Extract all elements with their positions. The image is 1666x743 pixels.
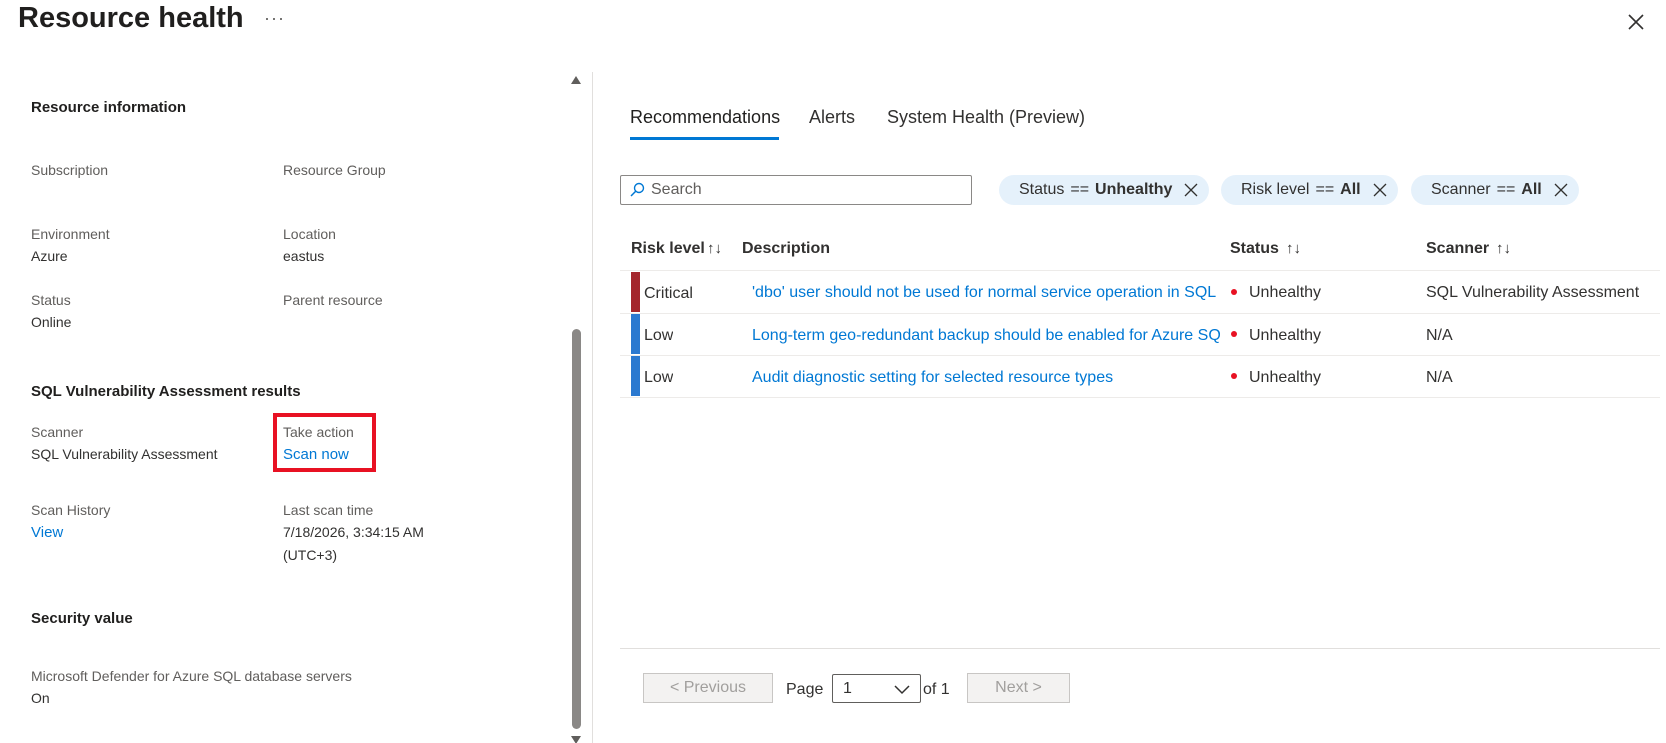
resource-info-heading: Resource information bbox=[31, 99, 187, 116]
subscription-label: Subscription bbox=[31, 162, 109, 178]
tab-alerts[interactable]: Alerts bbox=[809, 107, 855, 128]
status-cell: Unhealthy bbox=[1249, 284, 1322, 301]
va-results-heading: SQL Vulnerability Assessment results bbox=[31, 383, 301, 400]
filter-status-value: Unhealthy bbox=[1095, 181, 1173, 198]
defender-value: On bbox=[31, 690, 50, 706]
last-scan-time-label: Last scan time bbox=[283, 502, 374, 518]
filter-scanner-value: All bbox=[1521, 181, 1542, 198]
page-select[interactable]: 1 bbox=[832, 674, 921, 703]
risk-level-cell: Low bbox=[644, 327, 674, 344]
more-options-icon[interactable]: ··· bbox=[264, 8, 285, 29]
last-scan-time-value: 7/18/2026, 3:34:15 AM bbox=[283, 524, 424, 540]
column-header-description[interactable]: Description bbox=[742, 240, 830, 258]
search-icon bbox=[629, 182, 645, 203]
scanner-cell: N/A bbox=[1426, 369, 1453, 386]
risk-indicator bbox=[631, 356, 640, 396]
risk-indicator bbox=[631, 314, 640, 354]
filter-pill-risk-level[interactable]: Risk level == All bbox=[1221, 175, 1398, 205]
scroll-down-arrow-icon[interactable] bbox=[571, 736, 581, 743]
scan-history-label: Scan History bbox=[31, 502, 111, 518]
sort-icon[interactable]: ↑↓ bbox=[1496, 240, 1511, 257]
filter-risk-name: Risk level bbox=[1241, 181, 1310, 198]
page-select-value: 1 bbox=[843, 680, 852, 697]
status-value: Online bbox=[31, 314, 72, 330]
view-scan-history-link[interactable]: View bbox=[31, 524, 63, 541]
risk-level-cell: Critical bbox=[644, 285, 693, 302]
status-dot bbox=[1231, 331, 1237, 337]
sort-icon[interactable]: ↑↓ bbox=[1286, 240, 1301, 257]
page-count-label: of 1 bbox=[923, 681, 950, 698]
row-divider bbox=[620, 313, 1660, 314]
search-input[interactable] bbox=[651, 180, 961, 200]
scroll-up-arrow-icon[interactable] bbox=[571, 76, 581, 84]
risk-level-cell: Low bbox=[644, 369, 674, 386]
column-header-risk-level[interactable]: Risk level bbox=[631, 240, 705, 258]
scanner-label: Scanner bbox=[31, 424, 84, 440]
environment-value: Azure bbox=[31, 248, 68, 264]
remove-filter-icon[interactable] bbox=[1553, 182, 1569, 203]
location-label: Location bbox=[283, 226, 336, 242]
page-title: Resource health bbox=[18, 2, 244, 34]
scanner-value: SQL Vulnerability Assessment bbox=[31, 446, 218, 462]
status-dot bbox=[1231, 289, 1237, 295]
filter-pill-status[interactable]: Status == Unhealthy bbox=[999, 175, 1209, 205]
row-divider bbox=[620, 397, 1660, 398]
sort-icon[interactable]: ↑↓ bbox=[707, 240, 722, 257]
close-icon bbox=[1628, 14, 1644, 30]
highlight-box bbox=[273, 413, 376, 472]
location-value: eastus bbox=[283, 248, 325, 264]
scanner-cell: N/A bbox=[1426, 327, 1453, 344]
row-divider bbox=[620, 355, 1660, 356]
header-divider bbox=[620, 270, 1660, 271]
active-tab-indicator bbox=[630, 137, 779, 140]
filter-risk-value: All bbox=[1340, 181, 1361, 198]
recommendation-link[interactable]: Long-term geo-redundant backup should be… bbox=[752, 327, 1220, 345]
scanner-cell: SQL Vulnerability Assessment bbox=[1426, 284, 1640, 301]
filter-scanner-name: Scanner bbox=[1431, 181, 1491, 198]
panel-divider bbox=[592, 72, 593, 743]
scrollbar-thumb[interactable] bbox=[572, 329, 581, 729]
remove-filter-icon[interactable] bbox=[1183, 182, 1199, 203]
filter-scanner-op: == bbox=[1496, 181, 1516, 198]
tab-system-health[interactable]: System Health (Preview) bbox=[887, 107, 1085, 128]
filter-pill-scanner[interactable]: Scanner == All bbox=[1411, 175, 1579, 205]
filter-status-name: Status bbox=[1019, 181, 1065, 198]
filter-status-op: == bbox=[1070, 181, 1090, 198]
next-button[interactable]: Next > bbox=[967, 673, 1070, 703]
column-header-status[interactable]: Status bbox=[1230, 240, 1279, 258]
last-scan-time-timezone: (UTC+3) bbox=[283, 547, 338, 563]
column-header-scanner[interactable]: Scanner bbox=[1426, 240, 1489, 258]
close-button[interactable] bbox=[1624, 10, 1648, 34]
chevron-down-icon bbox=[893, 681, 911, 702]
security-value-heading: Security value bbox=[31, 610, 133, 627]
remove-filter-icon[interactable] bbox=[1372, 182, 1388, 203]
page-label: Page bbox=[786, 681, 824, 698]
status-label: Status bbox=[31, 292, 71, 308]
previous-button[interactable]: < Previous bbox=[643, 673, 773, 703]
recommendation-link[interactable]: Audit diagnostic setting for selected re… bbox=[752, 369, 1220, 387]
status-dot bbox=[1231, 373, 1237, 379]
tab-recommendations[interactable]: Recommendations bbox=[630, 107, 780, 128]
recommendation-link[interactable]: 'dbo' user should not be used for normal… bbox=[752, 284, 1220, 302]
status-cell: Unhealthy bbox=[1249, 369, 1322, 386]
defender-label: Microsoft Defender for Azure SQL databas… bbox=[31, 668, 352, 684]
resource-group-label: Resource Group bbox=[283, 162, 386, 178]
environment-label: Environment bbox=[31, 226, 110, 242]
search-box[interactable] bbox=[620, 175, 972, 205]
status-cell: Unhealthy bbox=[1249, 327, 1322, 344]
parent-resource-label: Parent resource bbox=[283, 292, 383, 308]
risk-indicator bbox=[631, 272, 640, 312]
filter-risk-op: == bbox=[1315, 181, 1335, 198]
left-panel-scrollbar[interactable] bbox=[571, 72, 583, 743]
pager-divider bbox=[620, 648, 1660, 649]
